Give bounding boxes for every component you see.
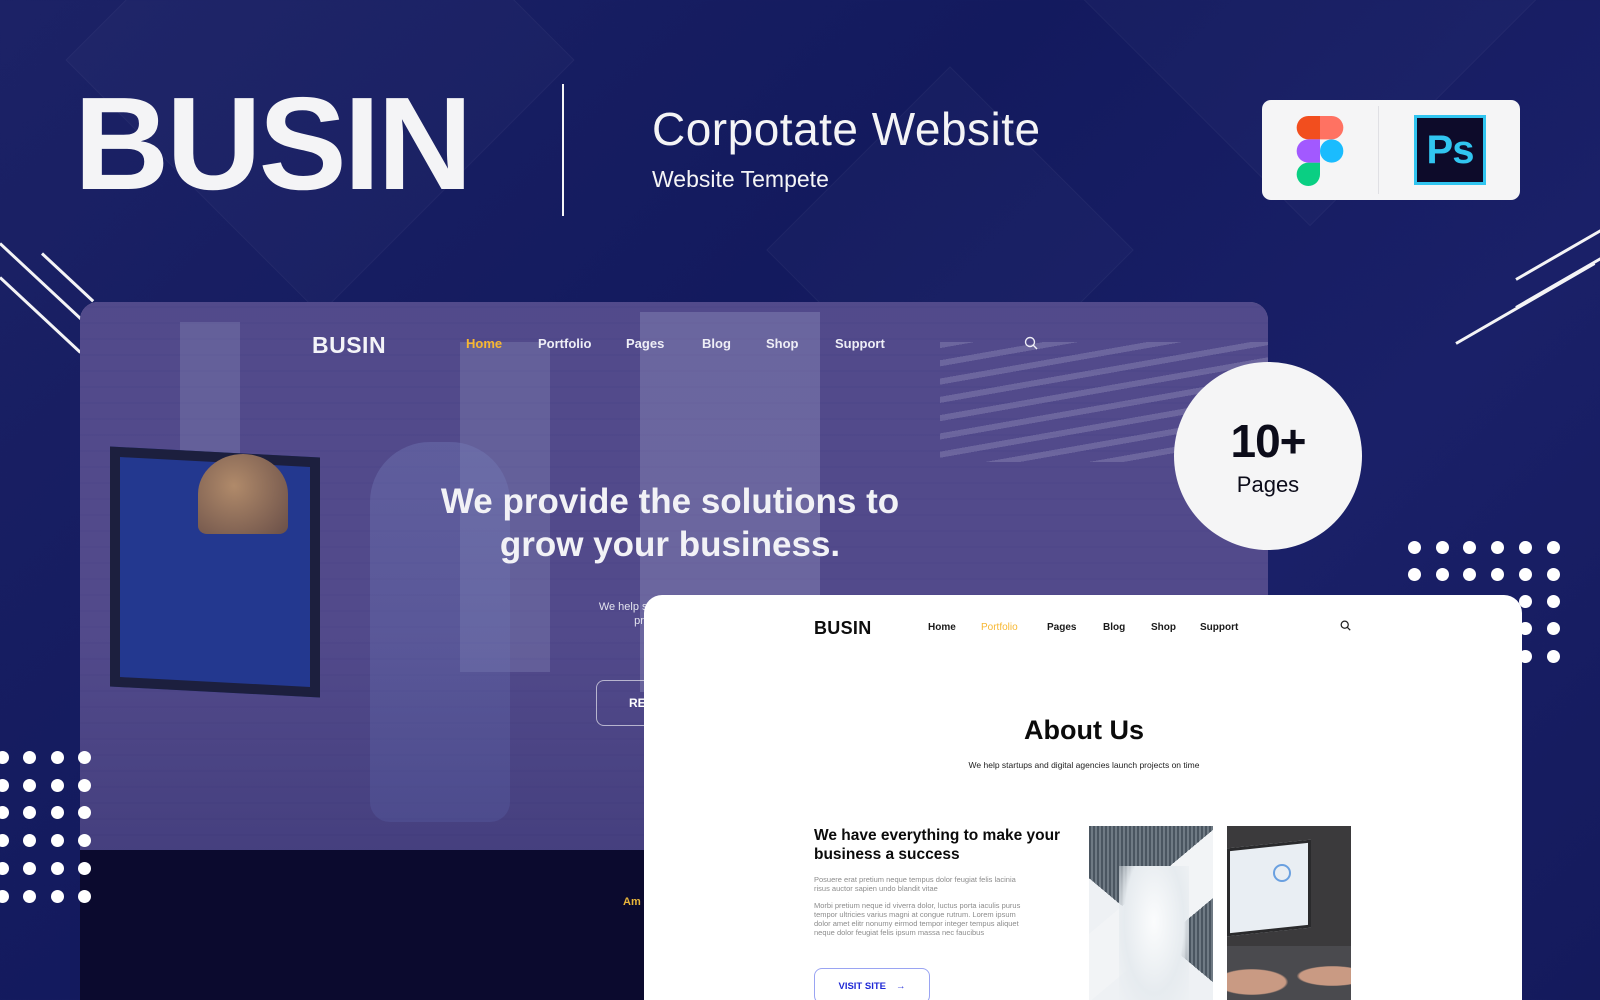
nav-item-shop[interactable]: Shop: [766, 336, 799, 351]
search-icon[interactable]: [1340, 620, 1351, 631]
decorative-line: [40, 252, 95, 303]
decorative-dot: [51, 751, 64, 764]
decorative-dot: [1547, 568, 1560, 581]
decorative-dot: [1463, 541, 1476, 554]
decorative-dot: [78, 779, 91, 792]
decorative-dot: [1547, 622, 1560, 635]
tools-divider: [1378, 106, 1379, 194]
decorative-dot: [0, 834, 9, 847]
section-paragraph-2: Morbi pretium neque id viverra dolor, lu…: [814, 901, 1021, 937]
decorative-dot: [1519, 568, 1532, 581]
sky-highlight: [1119, 866, 1189, 1000]
decorative-dot: [0, 862, 9, 875]
photo-lamp: [198, 454, 288, 534]
laptop-chart-ring: [1273, 864, 1291, 882]
decorative-dot: [0, 806, 9, 819]
hero-headline: We provide the solutions to grow your bu…: [440, 482, 900, 564]
decorative-dot: [23, 862, 36, 875]
visit-site-button[interactable]: VISIT SITE →: [814, 968, 930, 1000]
pages-label: Pages: [1236, 472, 1300, 497]
decorative-dot: [1436, 568, 1449, 581]
decorative-dot: [23, 751, 36, 764]
decorative-dot: [51, 890, 64, 903]
decorative-dot: [1408, 568, 1421, 581]
about-page-mockup: BUSIN Home Portfolio Pages Blog Shop Sup…: [644, 595, 1522, 1000]
decorative-dot: [1547, 595, 1560, 608]
decorative-dot: [78, 862, 91, 875]
decorative-dot: [23, 834, 36, 847]
photoshop-icon: Ps: [1414, 115, 1486, 185]
tools-card: Ps: [1262, 100, 1520, 200]
pages-count: 10+: [1230, 415, 1306, 467]
brand-logo: BUSIN: [74, 70, 473, 217]
nav-item-support[interactable]: Support: [1200, 622, 1238, 633]
decorative-line: [0, 276, 82, 354]
nav-item-blog[interactable]: Blog: [702, 336, 731, 351]
page-title: About Us: [1024, 715, 1144, 745]
decorative-dot: [1463, 568, 1476, 581]
decorative-dot: [1408, 541, 1421, 554]
home-navbar: BUSIN Home Portfolio Pages Blog Shop Sup…: [80, 302, 1268, 382]
section-paragraph-1: Posuere erat pretium neque tempus dolor …: [814, 875, 1016, 893]
decorative-dot: [0, 779, 9, 792]
decorative-dot: [51, 779, 64, 792]
laptop-screen: [1227, 839, 1311, 937]
decorative-dot: [23, 779, 36, 792]
skyscrapers-image: [1089, 826, 1213, 1000]
decorative-dot: [51, 806, 64, 819]
decorative-dot: [51, 862, 64, 875]
decorative-dot: [78, 806, 91, 819]
decorative-dot: [0, 890, 9, 903]
nav-logo[interactable]: BUSIN: [312, 332, 386, 359]
pages-count-badge: 10+ Pages: [1174, 362, 1362, 550]
decorative-dot: [23, 890, 36, 903]
nav-logo[interactable]: BUSIN: [814, 618, 872, 639]
decorative-dot: [0, 751, 9, 764]
decorative-dot: [1491, 568, 1504, 581]
nav-item-support[interactable]: Support: [835, 336, 885, 351]
nav-item-pages[interactable]: Pages: [626, 336, 664, 351]
laptop-image: [1227, 826, 1351, 1000]
product-title: Corpotate Website: [652, 103, 1041, 155]
decorative-dot: [1491, 541, 1504, 554]
decorative-dot: [1436, 541, 1449, 554]
decorative-dot: [78, 751, 91, 764]
nav-item-portfolio[interactable]: Portfolio: [538, 336, 591, 351]
decorative-dot: [1519, 541, 1532, 554]
nav-item-pages[interactable]: Pages: [1047, 622, 1076, 633]
product-subtitle: Website Tempete: [652, 166, 829, 192]
decorative-dot: [51, 834, 64, 847]
header-divider: [562, 84, 564, 216]
nav-item-shop[interactable]: Shop: [1151, 622, 1176, 633]
nav-item-home[interactable]: Home: [466, 336, 502, 351]
page-subtitle: We help startups and digital agencies la…: [968, 760, 1200, 770]
search-icon[interactable]: [1024, 336, 1038, 350]
visit-site-label: VISIT SITE: [838, 980, 886, 992]
decorative-dot: [1547, 650, 1560, 663]
arrow-right-icon: →: [896, 980, 906, 992]
nav-item-blog[interactable]: Blog: [1103, 622, 1125, 633]
decorative-dot: [1547, 541, 1560, 554]
nav-item-home[interactable]: Home: [928, 622, 956, 633]
typing-hands: [1227, 946, 1351, 1000]
decorative-dot: [78, 834, 91, 847]
decorative-line: [1515, 228, 1600, 281]
section-heading: We have everything to make your business…: [814, 827, 1061, 863]
nav-item-portfolio[interactable]: Portfolio: [981, 622, 1018, 633]
section-eyebrow: Am: [623, 896, 641, 908]
decorative-dot: [23, 806, 36, 819]
decorative-line: [1515, 256, 1600, 309]
decorative-dot: [78, 890, 91, 903]
figma-icon: [1296, 116, 1344, 186]
